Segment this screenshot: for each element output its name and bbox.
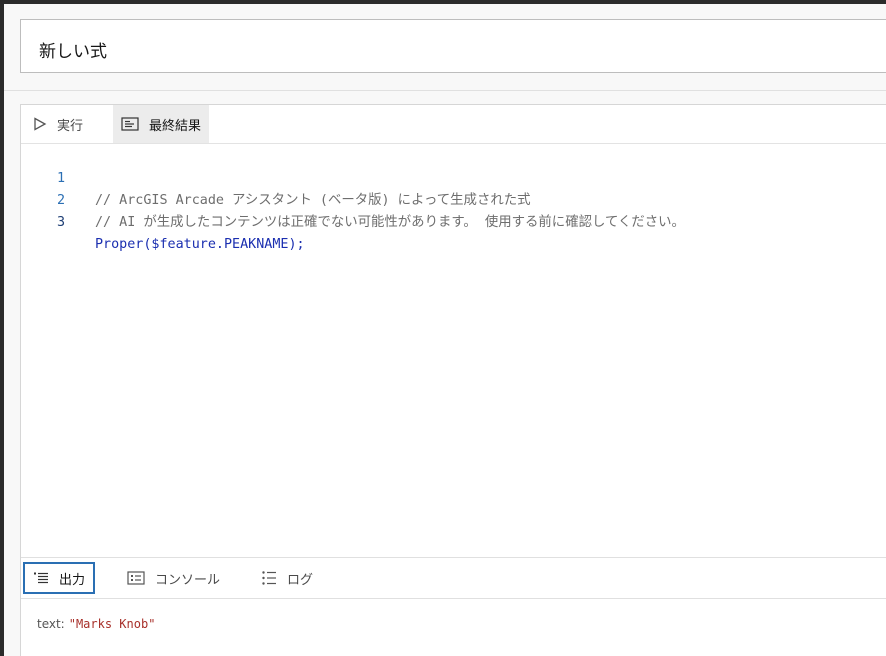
- console-icon: [127, 571, 145, 585]
- output-tabs: 出力 コンソール ログ: [21, 557, 886, 599]
- list-icon: [34, 572, 48, 584]
- tab-output[interactable]: 出力: [23, 562, 96, 594]
- expression-title: 新しい式: [39, 42, 107, 62]
- code-editor: 実行 最終結果 1 // ArcGIS Arcade アシスタント (ベータ版)…: [20, 104, 886, 656]
- divider: [4, 90, 886, 91]
- output-key: text:: [37, 617, 65, 631]
- result-button[interactable]: 最終結果: [113, 105, 210, 143]
- tab-console-label: コンソール: [155, 572, 221, 588]
- output-result: text: "Marks Knob": [37, 617, 155, 631]
- tab-console[interactable]: コンソール: [121, 562, 226, 594]
- code-line: 1 // ArcGIS Arcade アシスタント (ベータ版) によって生成さ…: [21, 146, 886, 208]
- tab-log-label: ログ: [287, 572, 314, 588]
- result-label: 最終結果: [149, 118, 202, 134]
- code-statement: Proper($feature.PEAKNAME);: [95, 237, 305, 252]
- log-icon: [262, 571, 276, 585]
- expression-title-field[interactable]: 新しい式: [20, 19, 886, 73]
- line-number: 3: [56, 215, 65, 230]
- expression-panel: 新しい式 実行 最終結果 1 // ArcGIS Arcade アシスタント (…: [4, 4, 886, 656]
- code-line: 2 // AI が生成したコンテンツは正確でない可能性があります。 使用する前に…: [21, 168, 886, 230]
- tab-output-label: 出力: [59, 572, 86, 588]
- run-label: 実行: [57, 118, 84, 134]
- code-line: 3 Proper($feature.PEAKNAME);: [21, 190, 886, 252]
- editor-toolbar: 実行 最終結果: [21, 105, 886, 144]
- code-comment: // AI が生成したコンテンツは正確でない可能性があります。 使用する前に確認…: [95, 215, 685, 230]
- run-button[interactable]: 実行: [29, 105, 93, 143]
- tab-log[interactable]: ログ: [255, 562, 319, 594]
- play-icon: [34, 117, 47, 131]
- output-value: "Marks Knob": [68, 617, 156, 631]
- result-icon: [121, 117, 139, 131]
- code-area[interactable]: 1 // ArcGIS Arcade アシスタント (ベータ版) によって生成さ…: [21, 146, 886, 252]
